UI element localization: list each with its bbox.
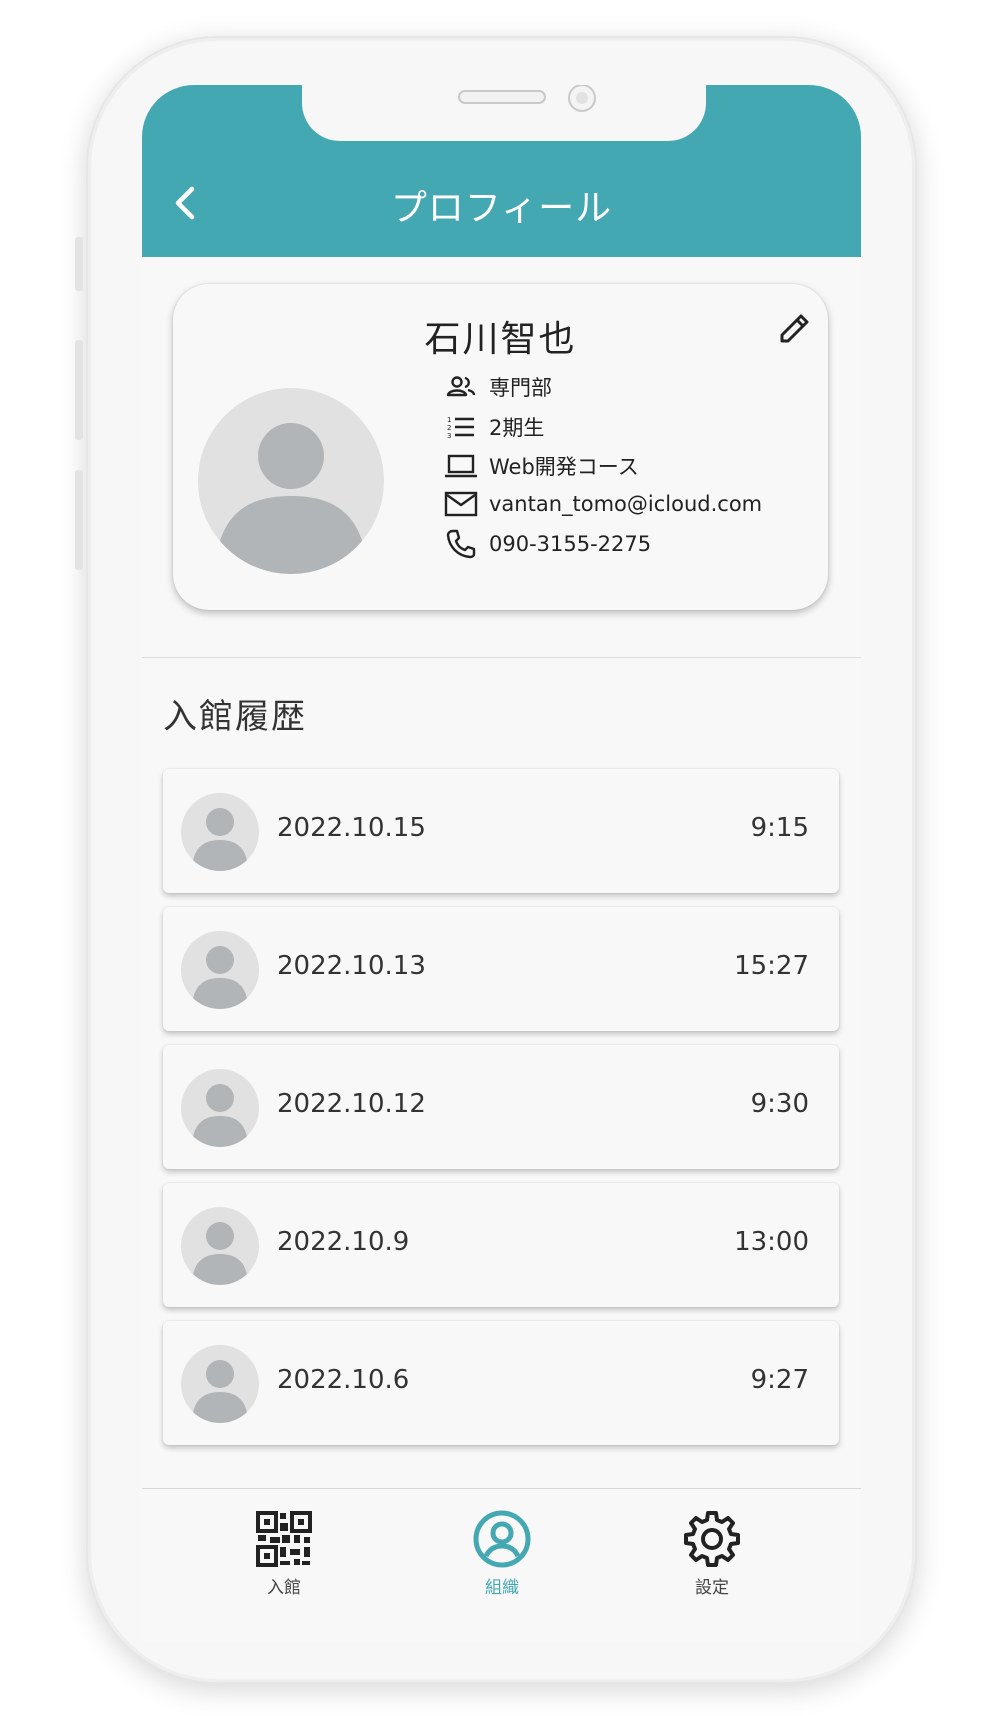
numbered-list-icon: 1 2 3: [443, 410, 479, 444]
history-date: 2022.10.6: [277, 1365, 410, 1395]
profile-card: 石川智也 専門部 1 2 3 2期生 Web開発コース vantan_tomo@…: [173, 284, 828, 610]
person-icon: [218, 423, 364, 574]
laptop-icon: [443, 449, 479, 483]
account-circle-icon: [473, 1510, 531, 1568]
nav-label-organization: 組織: [485, 1578, 519, 1598]
avatar: [181, 1345, 259, 1423]
nav-item-entry[interactable]: 入館: [224, 1509, 344, 1598]
email-text: vantan_tomo@icloud.com: [489, 492, 763, 516]
person-icon: [193, 808, 247, 871]
avatar: [198, 388, 384, 574]
phone-icon: [443, 527, 479, 561]
phone-text: 090-3155-2275: [489, 532, 652, 556]
list-item[interactable]: 2022.10.12 9:30: [163, 1045, 839, 1169]
side-button-volume-down: [75, 470, 83, 570]
device-camera: [568, 85, 596, 112]
history-time: 9:27: [750, 1365, 809, 1395]
list-item[interactable]: 2022.10.13 15:27: [163, 907, 839, 1031]
people-icon: [443, 370, 479, 404]
history-date: 2022.10.13: [277, 951, 426, 981]
course-text: Web開発コース: [489, 455, 639, 479]
gear-icon: [684, 1511, 740, 1567]
history-date: 2022.10.12: [277, 1089, 426, 1119]
info-row-course: Web開発コース: [443, 449, 639, 483]
pencil-icon: [780, 314, 809, 343]
profile-name: 石川智也: [424, 319, 577, 360]
history-date: 2022.10.15: [277, 813, 426, 843]
side-button-volume-up: [75, 340, 83, 440]
info-row-phone: 090-3155-2275: [443, 527, 651, 561]
page-title: プロフィール: [390, 188, 613, 229]
person-icon: [193, 1084, 247, 1147]
info-row-generation: 1 2 3 2期生: [443, 410, 544, 444]
qr-code-icon: [256, 1511, 312, 1567]
generation-text: 2期生: [489, 416, 545, 440]
person-icon: [193, 946, 247, 1009]
department-text: 専門部: [489, 376, 552, 400]
person-icon: [193, 1360, 247, 1423]
history-time: 15:27: [734, 951, 809, 981]
history-date: 2022.10.9: [277, 1227, 410, 1257]
list-item[interactable]: 2022.10.6 9:27: [163, 1321, 839, 1445]
nav-item-settings[interactable]: 設定: [652, 1509, 772, 1598]
avatar: [181, 793, 259, 871]
app-screen: プロフィール 石川智也 専門部 1 2 3 2期生 Web開発コース vanta…: [142, 85, 861, 1642]
avatar: [181, 1207, 259, 1285]
side-button-mute: [75, 237, 83, 291]
info-row-email: vantan_tomo@icloud.com: [443, 487, 762, 521]
svg-text:3: 3: [447, 432, 451, 440]
nav-label-entry: 入館: [267, 1578, 301, 1598]
history-time: 9:30: [750, 1089, 809, 1119]
list-item[interactable]: 2022.10.15 9:15: [163, 769, 839, 893]
info-row-department: 専門部: [443, 370, 552, 404]
section-divider: [142, 657, 861, 658]
history-time: 13:00: [734, 1227, 809, 1257]
avatar: [181, 1069, 259, 1147]
device-speaker: [458, 90, 546, 104]
list-item[interactable]: 2022.10.9 13:00: [163, 1183, 839, 1307]
edit-button[interactable]: [777, 310, 813, 346]
nav-label-settings: 設定: [695, 1578, 729, 1598]
svg-text:1: 1: [447, 416, 451, 424]
bottom-nav: 入館 組織 設定: [142, 1488, 861, 1642]
avatar: [181, 931, 259, 1009]
history-time: 9:15: [750, 813, 809, 843]
person-icon: [193, 1222, 247, 1285]
history-title: 入館履歴: [163, 697, 307, 737]
svg-text:2: 2: [447, 424, 451, 432]
nav-item-organization[interactable]: 組織: [442, 1509, 562, 1598]
mail-icon: [443, 487, 479, 521]
